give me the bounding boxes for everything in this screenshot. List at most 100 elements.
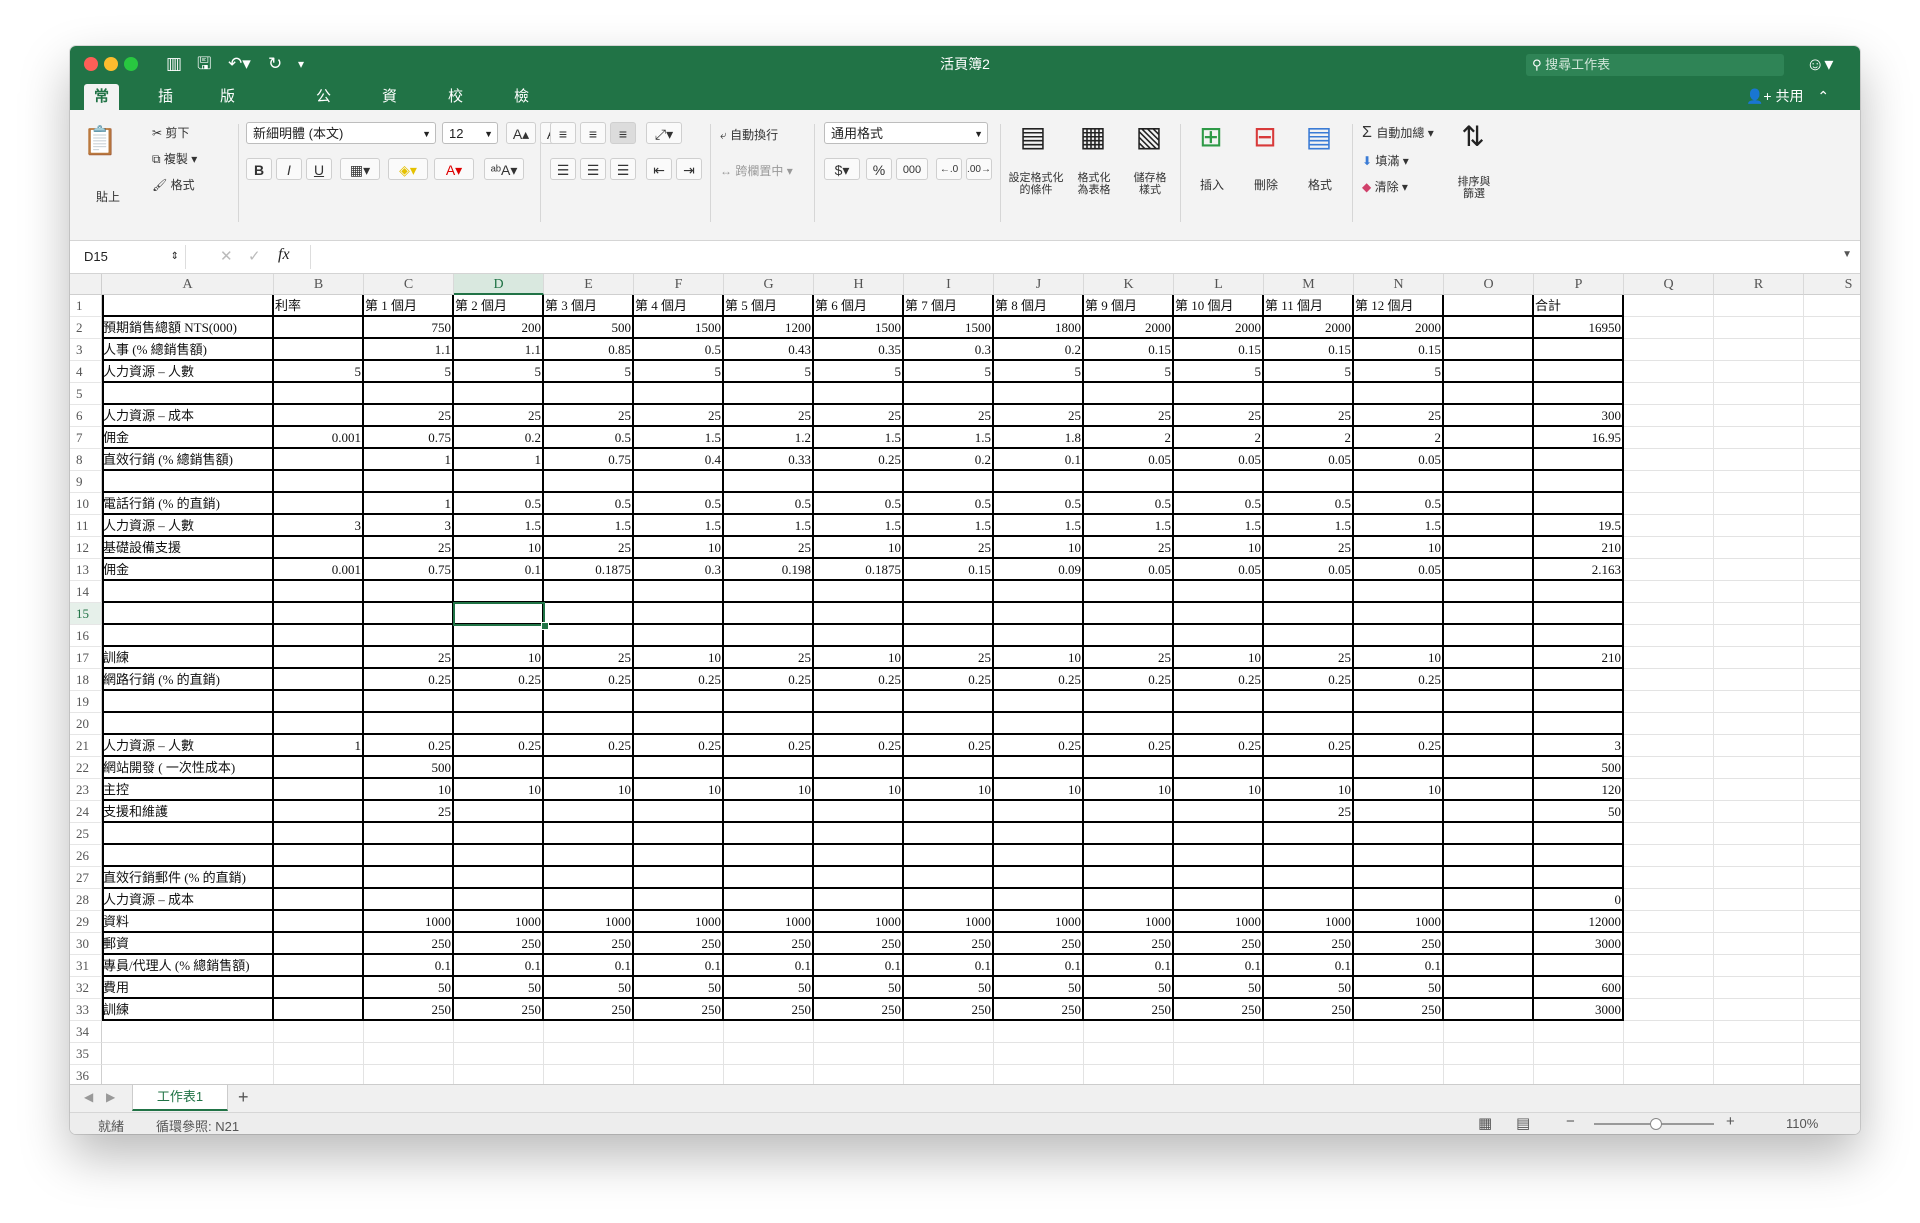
cell-S24[interactable] — [1804, 801, 1860, 823]
cell-C27[interactable] — [364, 867, 454, 889]
cell-M20[interactable] — [1264, 713, 1354, 735]
cell-L24[interactable] — [1174, 801, 1264, 823]
cell-S18[interactable] — [1804, 669, 1860, 691]
cell-A8[interactable]: 直效行銷 (% 總銷售額) — [102, 449, 274, 471]
cell-G14[interactable] — [724, 581, 814, 603]
cell-S8[interactable] — [1804, 449, 1860, 471]
decrease-decimal-button[interactable]: .00→ — [966, 158, 992, 180]
cell-I4[interactable]: 5 — [904, 361, 994, 383]
cell-A21[interactable]: 人力資源 – 人數 — [102, 735, 274, 757]
cell-H32[interactable]: 50 — [814, 977, 904, 999]
cell-N8[interactable]: 0.05 — [1354, 449, 1444, 471]
cell-E11[interactable]: 1.5 — [544, 515, 634, 537]
column-header-G[interactable]: G — [724, 274, 814, 295]
cell-P11[interactable]: 19.5 — [1534, 515, 1624, 537]
cell-N20[interactable] — [1354, 713, 1444, 735]
cell-M1[interactable]: 第 11 個月 — [1264, 295, 1354, 317]
cell-Q21[interactable] — [1624, 735, 1714, 757]
cell-F8[interactable]: 0.4 — [634, 449, 724, 471]
cell-Q8[interactable] — [1624, 449, 1714, 471]
cell-I6[interactable]: 25 — [904, 405, 994, 427]
cell-Q25[interactable] — [1624, 823, 1714, 845]
cell-Q6[interactable] — [1624, 405, 1714, 427]
cell-K20[interactable] — [1084, 713, 1174, 735]
cell-B31[interactable] — [274, 955, 364, 977]
cell-M34[interactable] — [1264, 1021, 1354, 1043]
cell-L14[interactable] — [1174, 581, 1264, 603]
cell-G16[interactable] — [724, 625, 814, 647]
cell-S23[interactable] — [1804, 779, 1860, 801]
cell-P27[interactable] — [1534, 867, 1624, 889]
cell-J33[interactable]: 250 — [994, 999, 1084, 1021]
cell-S28[interactable] — [1804, 889, 1860, 911]
cell-O10[interactable] — [1444, 493, 1534, 515]
cell-Q26[interactable] — [1624, 845, 1714, 867]
cell-H11[interactable]: 1.5 — [814, 515, 904, 537]
row-header-20[interactable]: 20 — [70, 713, 102, 735]
cell-R2[interactable] — [1714, 317, 1804, 339]
cell-G34[interactable] — [724, 1021, 814, 1043]
cell-E9[interactable] — [544, 471, 634, 493]
cell-M3[interactable]: 0.15 — [1264, 339, 1354, 361]
cell-L9[interactable] — [1174, 471, 1264, 493]
cell-E6[interactable]: 25 — [544, 405, 634, 427]
cell-O25[interactable] — [1444, 823, 1534, 845]
cell-R6[interactable] — [1714, 405, 1804, 427]
cell-J30[interactable]: 250 — [994, 933, 1084, 955]
cell-R34[interactable] — [1714, 1021, 1804, 1043]
cell-K21[interactable]: 0.25 — [1084, 735, 1174, 757]
cell-L10[interactable]: 0.5 — [1174, 493, 1264, 515]
cell-M21[interactable]: 0.25 — [1264, 735, 1354, 757]
cell-Q1[interactable] — [1624, 295, 1714, 317]
row-header-17[interactable]: 17 — [70, 647, 102, 669]
cell-F13[interactable]: 0.3 — [634, 559, 724, 581]
cell-G21[interactable]: 0.25 — [724, 735, 814, 757]
cell-G12[interactable]: 25 — [724, 537, 814, 559]
cell-C21[interactable]: 0.25 — [364, 735, 454, 757]
merge-center-button[interactable]: ↔ 跨欄置中 ▾ — [720, 162, 793, 179]
cell-Q3[interactable] — [1624, 339, 1714, 361]
cell-F4[interactable]: 5 — [634, 361, 724, 383]
cell-K25[interactable] — [1084, 823, 1174, 845]
bold-button[interactable]: B — [246, 158, 272, 180]
cell-N31[interactable]: 0.1 — [1354, 955, 1444, 977]
cell-P15[interactable] — [1534, 603, 1624, 625]
cell-F24[interactable] — [634, 801, 724, 823]
cell-R35[interactable] — [1714, 1043, 1804, 1065]
cell-I7[interactable]: 1.5 — [904, 427, 994, 449]
cell-N13[interactable]: 0.05 — [1354, 559, 1444, 581]
cell-H20[interactable] — [814, 713, 904, 735]
row-header-2[interactable]: 2 — [70, 317, 102, 339]
cell-E23[interactable]: 10 — [544, 779, 634, 801]
cell-S29[interactable] — [1804, 911, 1860, 933]
cell-B5[interactable] — [274, 383, 364, 405]
cell-R18[interactable] — [1714, 669, 1804, 691]
cell-S4[interactable] — [1804, 361, 1860, 383]
cell-D10[interactable]: 0.5 — [454, 493, 544, 515]
cell-L4[interactable]: 5 — [1174, 361, 1264, 383]
cell-L21[interactable]: 0.25 — [1174, 735, 1264, 757]
cell-K26[interactable] — [1084, 845, 1174, 867]
cell-Q22[interactable] — [1624, 757, 1714, 779]
number-format-select[interactable]: 通用格式 ▼ — [824, 122, 988, 144]
cell-D12[interactable]: 10 — [454, 537, 544, 559]
cell-C36[interactable] — [364, 1065, 454, 1084]
cell-N18[interactable]: 0.25 — [1354, 669, 1444, 691]
cell-J32[interactable]: 50 — [994, 977, 1084, 999]
cell-R12[interactable] — [1714, 537, 1804, 559]
cell-M14[interactable] — [1264, 581, 1354, 603]
cell-L17[interactable]: 10 — [1174, 647, 1264, 669]
cell-K4[interactable]: 5 — [1084, 361, 1174, 383]
cell-N36[interactable] — [1354, 1065, 1444, 1084]
cell-P5[interactable] — [1534, 383, 1624, 405]
cell-H34[interactable] — [814, 1021, 904, 1043]
cell-E4[interactable]: 5 — [544, 361, 634, 383]
cell-F19[interactable] — [634, 691, 724, 713]
next-sheet-icon[interactable]: ▶ — [106, 1090, 115, 1104]
cell-A22[interactable]: 網站開發 ( 一次性成本) — [102, 757, 274, 779]
cell-D11[interactable]: 1.5 — [454, 515, 544, 537]
cell-F22[interactable] — [634, 757, 724, 779]
cell-D6[interactable]: 25 — [454, 405, 544, 427]
cell-G22[interactable] — [724, 757, 814, 779]
cell-B33[interactable] — [274, 999, 364, 1021]
